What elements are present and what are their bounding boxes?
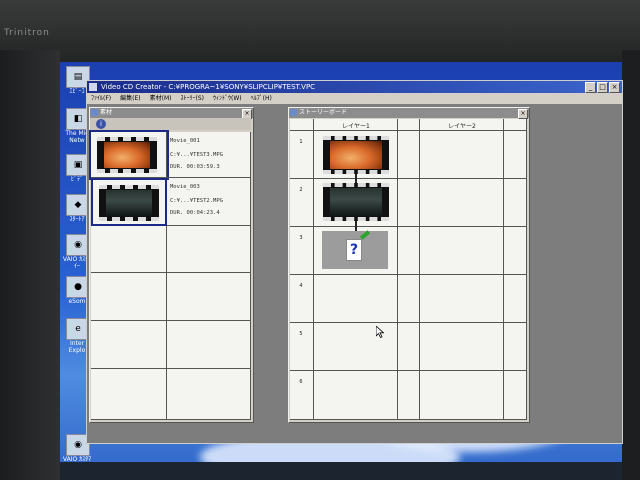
layer-header-label: レイヤー2 [448,123,476,130]
material-path: C:¥...¥TEST2.MPG [170,198,223,204]
video-cd-creator-window: Video CD Creator - C:¥PROGRA~1¥SONY¥SLIP… [86,80,623,444]
layer-gap [504,119,527,131]
row-number: 5 [290,323,314,371]
storyboard-cell[interactable] [420,323,504,371]
storyboard-panel: ストーリーボード × レイヤー1 レイヤー2 1 2 3 ? 4 5 6 [288,107,530,423]
materials-icon [91,109,98,116]
menu-story[interactable]: ｽﾄｰﾘｰ(S) [180,93,204,104]
storyboard-gap-cell [504,323,527,371]
taskbar [60,462,622,480]
menu-file[interactable]: ﾌｧｲﾙ(F) [91,93,111,104]
info-icon[interactable]: i [96,119,106,129]
film-thumbnail [323,183,389,221]
row-number: 3 [290,227,314,275]
material-info-2[interactable]: Movie_003 C:¥...¥TEST2.MPG DUR. 00:04:23… [167,178,251,226]
storyboard-cell[interactable] [420,275,504,323]
material-info-1[interactable]: Movie_001 C:¥...¥TEST3.MPG DUR. 00:03:59… [167,132,251,178]
storyboard-gap-cell [504,179,527,227]
storyboard-cell[interactable] [420,371,504,420]
layer-header-1[interactable]: レイヤー1 [314,119,398,131]
storyboard-gap-cell [504,131,527,179]
layer-header-label: レイヤー1 [342,123,370,130]
storyboard-gap-cell [398,227,420,275]
row-number: 1 [290,131,314,179]
material-empty-cell[interactable] [167,273,251,321]
storyboard-cell[interactable] [420,131,504,179]
storyboard-gap-cell [504,275,527,323]
menu-bar: ﾌｧｲﾙ(F) 編集(E) 素材(M) ｽﾄｰﾘｰ(S) ｳｨﾝﾄﾞｳ(W) ﾍ… [87,93,622,104]
storyboard-title: ストーリーボード [299,109,348,116]
app-title: Video CD Creator - C:¥PROGRA~1¥SONY¥SLIP… [101,83,316,91]
storyboard-cell[interactable] [314,371,398,420]
material-empty-cell[interactable] [91,321,167,369]
monitor-bezel-top: Trinitron [0,0,640,62]
material-duration: DUR. 00:04:23.4 [170,210,220,216]
app-titlebar[interactable]: Video CD Creator - C:¥PROGRA~1¥SONY¥SLIP… [87,81,622,93]
material-empty-cell[interactable] [91,273,167,321]
storyboard-cell[interactable] [420,179,504,227]
storyboard-gap-cell [398,179,420,227]
storyboard-gap-cell [504,371,527,420]
material-empty-cell[interactable] [167,226,251,273]
unknown-clip-placeholder[interactable]: ? [322,230,388,269]
storyboard-cell[interactable] [420,227,504,275]
menu-window[interactable]: ｳｨﾝﾄﾞｳ(W) [213,93,242,104]
materials-toolbar: i [90,118,251,130]
material-duration: DUR. 00:03:59.3 [170,164,220,170]
material-empty-cell[interactable] [167,369,251,420]
maximize-button[interactable]: □ [597,82,608,93]
material-name: Movie_001 [170,138,200,144]
storyboard-gap-cell [398,323,420,371]
material-path: C:¥...¥TEST3.MPG [170,152,223,158]
materials-panel: 素材 × i Movie_001 C:¥...¥TEST3.MPG DUR. 0… [89,107,254,423]
row-number: 4 [290,275,314,323]
menu-material[interactable]: 素材(M) [150,93,172,104]
app-icon [89,83,97,91]
storyboard-gap-cell [398,371,420,420]
material-item-1[interactable] [89,130,169,180]
question-mark-icon: ? [346,239,362,261]
storyboard-gap-cell [398,275,420,323]
storyboard-grid: レイヤー1 レイヤー2 1 2 3 ? 4 5 6 [290,119,527,420]
film-thumbnail [97,137,157,173]
material-empty-cell[interactable] [91,226,167,273]
menu-help[interactable]: ﾍﾙﾌﾟ(H) [251,93,272,104]
monitor-bezel-left [0,50,60,480]
row-number: 6 [290,371,314,420]
layer-gap [398,119,420,131]
monitor-brand: Trinitron [4,28,50,38]
film-thumbnail [323,136,389,174]
materials-grid: Movie_001 C:¥...¥TEST3.MPG DUR. 00:03:59… [89,130,251,420]
material-empty-cell[interactable] [167,321,251,369]
storyboard-cell[interactable] [314,275,398,323]
storyboard-gap-cell [504,227,527,275]
material-item-2[interactable] [91,178,167,226]
film-thumbnail [99,185,159,221]
menu-edit[interactable]: 編集(E) [120,93,140,104]
storyboard-cell[interactable]: ? [314,227,398,275]
storyboard-cell[interactable] [314,131,398,179]
storyboard-titlebar[interactable]: ストーリーボード × [289,108,529,119]
materials-titlebar[interactable]: 素材 × [90,108,253,119]
minimize-button[interactable]: _ [585,82,596,93]
material-name: Movie_003 [170,184,200,190]
corner-cell [290,119,314,131]
mouse-cursor-icon [376,326,384,338]
pencil-icon [359,230,371,240]
material-empty-cell[interactable] [91,369,167,420]
materials-title: 素材 [100,109,113,116]
storyboard-close-button[interactable]: × [518,109,528,119]
layer-header-2[interactable]: レイヤー2 [420,119,504,131]
storyboard-icon [290,109,297,116]
close-button[interactable]: × [609,82,620,93]
storyboard-cell[interactable] [314,179,398,227]
row-number: 2 [290,179,314,227]
monitor-bezel-right [622,50,640,480]
storyboard-cell[interactable] [314,323,398,371]
storyboard-gap-cell [398,131,420,179]
